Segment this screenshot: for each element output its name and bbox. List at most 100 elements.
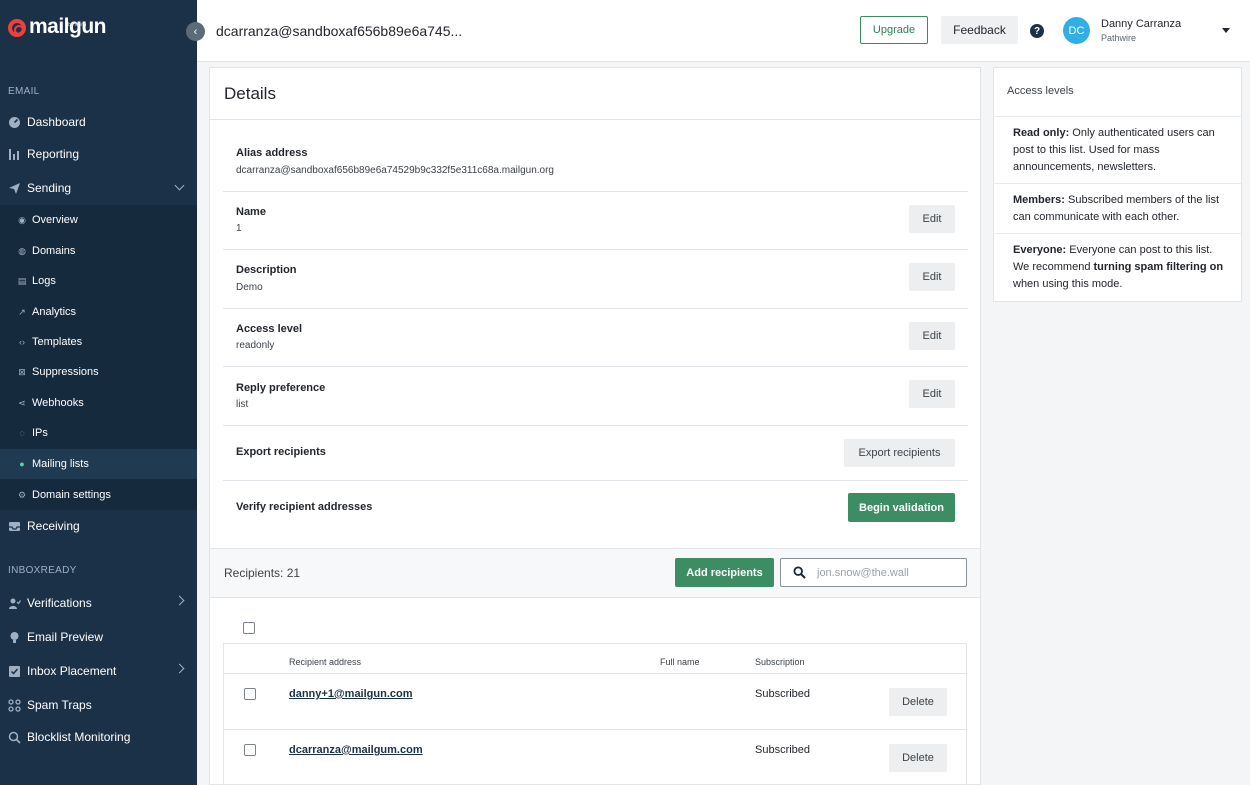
recipients-count: Recipients: 21 [224,566,301,580]
search-shield-icon [8,731,21,744]
user-org: Pathwire [1101,33,1137,43]
add-recipients-button[interactable]: Add recipients [675,558,774,587]
chevron-right-icon[interactable] [174,663,185,674]
feedback-button[interactable]: Feedback [941,16,1018,44]
row-checkbox[interactable] [244,688,256,700]
chevron-right-icon[interactable] [174,595,185,606]
chevron-down-icon[interactable] [174,180,185,191]
upgrade-button[interactable]: Upgrade [860,16,928,44]
sidebar-item-templates[interactable]: ‹› Templates [0,327,197,357]
sidebar-item-label: IPs [32,427,48,439]
reply-preference-label: Reply preference [236,382,326,394]
sidebar-item-label: Blocklist Monitoring [27,730,131,744]
divider [223,249,968,250]
sidebar: mailgun by sinch EMAIL Dashboard Reporti… [0,0,197,785]
search-icon [781,566,817,579]
divider [223,308,968,309]
divider [994,116,1241,117]
details-panel: Details Alias address dcarranza@sandboxa… [209,67,981,785]
divider [223,480,968,481]
bar-chart-icon [8,148,21,161]
sidebar-item-label: Sending [27,181,72,195]
sidebar-item-mailing-lists[interactable]: ● Mailing lists [0,449,197,479]
edit-name-button[interactable]: Edit [909,205,955,233]
sidebar-item-domains[interactable]: ◍ Domains [0,236,197,266]
sidebar-item-dashboard[interactable]: Dashboard [0,106,197,138]
sidebar-item-inbox-placement[interactable]: Inbox Placement [0,655,197,687]
alias-value: dcarranza@sandboxaf656b89e6a74529b9c332f… [236,165,554,176]
access-level-label: Access level [236,323,303,335]
description-label: Description [236,264,297,276]
lightbulb-icon [8,631,21,644]
globe-icon: ◍ [18,245,26,256]
sidebar-item-label: Inbox Placement [27,664,117,678]
sending-submenu: ◉ Overview ◍ Domains ▤ Logs ↗ Analytics … [0,205,197,510]
delete-button[interactable]: Delete [889,744,947,772]
sidebar-item-analytics[interactable]: ↗ Analytics [0,297,197,327]
column-header-full-name: Full name [660,657,700,667]
sidebar-item-receiving[interactable]: Receiving [0,510,197,542]
mailgun-logo[interactable]: mailgun [8,16,107,38]
sidebar-item-overview[interactable]: ◉ Overview [0,205,197,235]
access-level-value: readonly [236,340,275,351]
members-term: Members: [1013,194,1065,206]
user-name[interactable]: Danny Carranza [1101,18,1181,30]
domain-title[interactable]: dcarranza@sandboxaf656b89e6a745... [216,23,462,39]
column-header-subscription: Subscription [755,657,805,667]
sidebar-item-suppressions[interactable]: ⊠ Suppressions [0,357,197,387]
row-checkbox[interactable] [244,744,256,756]
page-title: Details [224,84,276,103]
sidebar-item-label: Email Preview [27,630,104,644]
grid-icon [8,698,21,712]
sidebar-item-label: Webhooks [32,397,84,409]
sidebar-item-label: Receiving [27,519,80,533]
sidebar-item-sending[interactable]: Sending [0,172,197,204]
dashboard-icon [8,116,21,129]
sidebar-item-domain-settings[interactable]: ⚙ Domain settings [0,480,197,510]
recipient-address-link[interactable]: dcarranza@mailgum.com [289,744,423,756]
sidebar-item-reporting[interactable]: Reporting [0,138,197,170]
sidebar-item-label: Reporting [27,147,80,161]
sidebar-item-webhooks[interactable]: ⋖ Webhooks [0,388,197,418]
edit-description-button[interactable]: Edit [909,263,955,291]
edit-reply-preference-button[interactable]: Edit [909,380,955,408]
paper-plane-icon [8,182,21,195]
location-pin-icon: ◌ [19,428,25,438]
recipient-address-link[interactable]: danny+1@mailgun.com [289,688,413,700]
sidebar-item-blocklist-monitoring[interactable]: Blocklist Monitoring [0,721,197,753]
select-all-checkbox[interactable] [243,622,255,634]
sidebar-item-label: Analytics [32,306,77,318]
members-description: Members: Subscribed members of the list … [1013,192,1231,226]
section-inboxready: INBOXREADY [8,565,77,576]
divider [223,366,968,367]
begin-validation-button[interactable]: Begin validation [848,493,955,522]
code-icon: ‹› [19,337,25,347]
name-label: Name [236,206,266,218]
everyone-term: Everyone: [1013,244,1067,256]
brand-sub: by sinch [68,22,87,28]
export-recipients-label: Export recipients [236,446,326,458]
read-only-description: Read only: Only authenticated users can … [1013,125,1231,176]
search-field[interactable] [780,558,967,587]
help-icon[interactable]: ? [1030,24,1044,38]
export-recipients-button[interactable]: Export recipients [844,439,955,467]
search-input[interactable] [817,566,957,579]
everyone-bold: turning spam filtering on [1093,261,1224,273]
edit-access-level-button[interactable]: Edit [909,322,955,350]
collapse-sidebar-button[interactable]: ‹ [186,22,205,41]
sidebar-item-verifications[interactable]: Verifications [0,587,197,619]
section-email: EMAIL [8,86,40,97]
sidebar-item-label: Templates [32,336,83,348]
sidebar-item-logs[interactable]: ▤ Logs [0,266,197,296]
sidebar-item-email-preview[interactable]: Email Preview [0,621,197,653]
reply-preference-value: list [236,399,249,410]
divider [223,425,968,426]
share-icon: ⋖ [18,397,26,408]
sidebar-item-ips[interactable]: ◌ IPs [0,418,197,448]
checkbox-icon [8,665,21,678]
caret-down-icon[interactable] [1222,28,1230,33]
delete-button[interactable]: Delete [889,688,947,716]
avatar[interactable]: DC [1063,17,1090,44]
sidebar-item-spam-traps[interactable]: Spam Traps [0,689,197,721]
name-value: 1 [236,223,242,234]
